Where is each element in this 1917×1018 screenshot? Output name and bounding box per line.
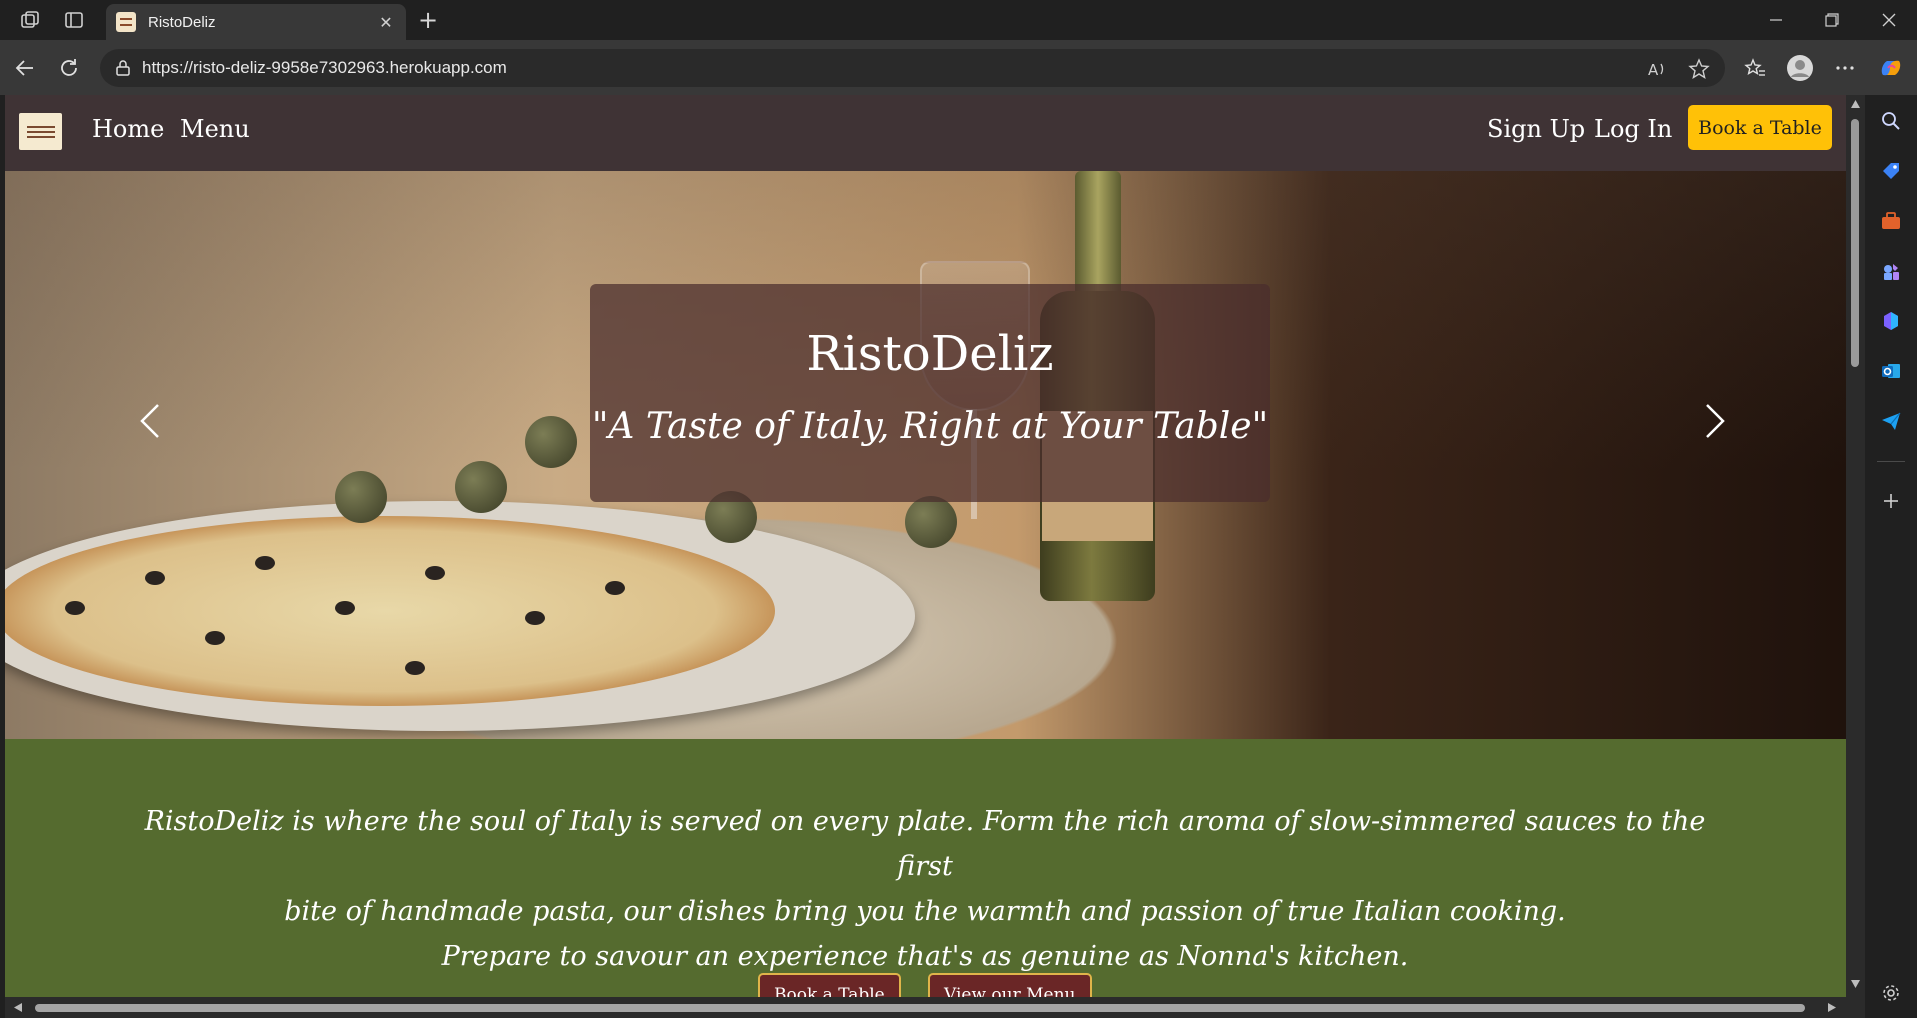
games-icon[interactable]: [1879, 259, 1903, 283]
settings-gear-icon[interactable]: [1879, 981, 1903, 1005]
vertical-scrollbar[interactable]: [1846, 95, 1865, 997]
shopping-tag-icon[interactable]: [1879, 159, 1903, 183]
grape-decoration: [525, 416, 577, 468]
refresh-icon[interactable]: [54, 53, 84, 83]
page-viewport: Home Menu Sign Up Log In Book a Table Ri…: [5, 95, 1846, 997]
grape-decoration: [455, 461, 507, 513]
restore-icon[interactable]: [1804, 0, 1860, 40]
vertical-scroll-thumb[interactable]: [1851, 119, 1859, 367]
olive-decoration: [425, 566, 445, 580]
carousel-prev-icon[interactable]: [130, 391, 170, 451]
nav-menu-link[interactable]: Menu: [180, 115, 250, 143]
grape-decoration: [905, 496, 957, 548]
address-toolbar: https://risto-deliz-9958e7302963.herokua…: [0, 40, 1917, 95]
add-icon[interactable]: [1879, 489, 1903, 513]
olive-decoration: [65, 601, 85, 615]
close-window-icon[interactable]: [1861, 0, 1917, 40]
intro-section: RistoDeliz is where the soul of Italy is…: [5, 739, 1846, 997]
scroll-left-icon[interactable]: [13, 1002, 23, 1013]
scroll-up-icon[interactable]: [1850, 99, 1861, 109]
olive-decoration: [205, 631, 225, 645]
nav-log-in-link[interactable]: Log In: [1594, 115, 1672, 143]
site-favicon-icon: [116, 12, 136, 32]
olive-decoration: [145, 571, 165, 585]
workspaces-icon[interactable]: [18, 8, 42, 32]
scroll-down-icon[interactable]: [1850, 979, 1861, 989]
url-text: https://risto-deliz-9958e7302963.herokua…: [142, 58, 507, 77]
send-icon[interactable]: [1879, 409, 1903, 433]
olive-decoration: [525, 611, 545, 625]
hero-title: RistoDeliz: [806, 326, 1054, 382]
search-icon[interactable]: [1879, 109, 1903, 133]
site-logo[interactable]: [19, 113, 62, 150]
intro-line-1: RistoDeliz is where the soul of Italy is…: [144, 806, 1706, 882]
browser-tab-bar: RistoDeliz ✕ +: [0, 0, 1917, 40]
hero-pizza-image: [5, 516, 775, 706]
carousel-next-icon[interactable]: [1695, 391, 1735, 451]
copilot-icon[interactable]: [1876, 53, 1906, 83]
horizontal-scrollbar[interactable]: [5, 997, 1865, 1018]
svg-text:A: A: [1648, 61, 1659, 79]
nav-home-link[interactable]: Home: [92, 115, 164, 143]
hero-carousel: RistoDeliz "A Taste of Italy, Right at Y…: [5, 171, 1846, 739]
edge-sidebar: [1865, 95, 1917, 1018]
nav-book-table-button[interactable]: Book a Table: [1688, 105, 1832, 150]
intro-line-2: bite of handmade pasta, our dishes bring…: [284, 896, 1566, 927]
hero-subtitle: "A Taste of Italy, Right at Your Table": [591, 406, 1269, 447]
intro-paragraph: RistoDeliz is where the soul of Italy is…: [125, 799, 1725, 979]
more-options-icon[interactable]: [1830, 53, 1860, 83]
intro-line-3: Prepare to savour an experience that's a…: [441, 941, 1409, 972]
nav-sign-up-link[interactable]: Sign Up: [1487, 115, 1585, 143]
tools-icon[interactable]: [1879, 209, 1903, 233]
vertical-tabs-icon[interactable]: [62, 8, 86, 32]
olive-decoration: [605, 581, 625, 595]
lock-icon[interactable]: [114, 59, 132, 77]
profile-avatar-icon[interactable]: [1785, 53, 1815, 83]
site-navbar: Home Menu Sign Up Log In Book a Table: [5, 95, 1846, 171]
cta-view-menu-button[interactable]: View our Menu: [928, 973, 1092, 997]
olive-decoration: [255, 556, 275, 570]
olive-decoration: [405, 661, 425, 675]
address-bar[interactable]: https://risto-deliz-9958e7302963.herokua…: [100, 49, 1725, 87]
back-icon[interactable]: [10, 53, 40, 83]
horizontal-scroll-thumb[interactable]: [35, 1004, 1805, 1012]
favorite-star-icon[interactable]: [1687, 57, 1711, 81]
minimize-icon[interactable]: [1748, 0, 1804, 40]
hero-caption: RistoDeliz "A Taste of Italy, Right at Y…: [590, 284, 1270, 502]
microsoft-365-icon[interactable]: [1879, 309, 1903, 333]
favorites-icon[interactable]: [1740, 53, 1770, 83]
close-tab-icon[interactable]: ✕: [376, 13, 396, 32]
olive-decoration: [335, 601, 355, 615]
cta-book-table-button[interactable]: Book a Table: [758, 973, 901, 997]
scroll-right-icon[interactable]: [1827, 1002, 1837, 1013]
tab-title: RistoDeliz: [148, 13, 216, 31]
active-tab[interactable]: RistoDeliz ✕: [106, 4, 406, 40]
outlook-icon[interactable]: [1879, 359, 1903, 383]
sidebar-divider: [1877, 461, 1905, 462]
grape-decoration: [335, 471, 387, 523]
read-aloud-icon[interactable]: A: [1645, 57, 1669, 81]
new-tab-icon[interactable]: +: [414, 6, 442, 34]
